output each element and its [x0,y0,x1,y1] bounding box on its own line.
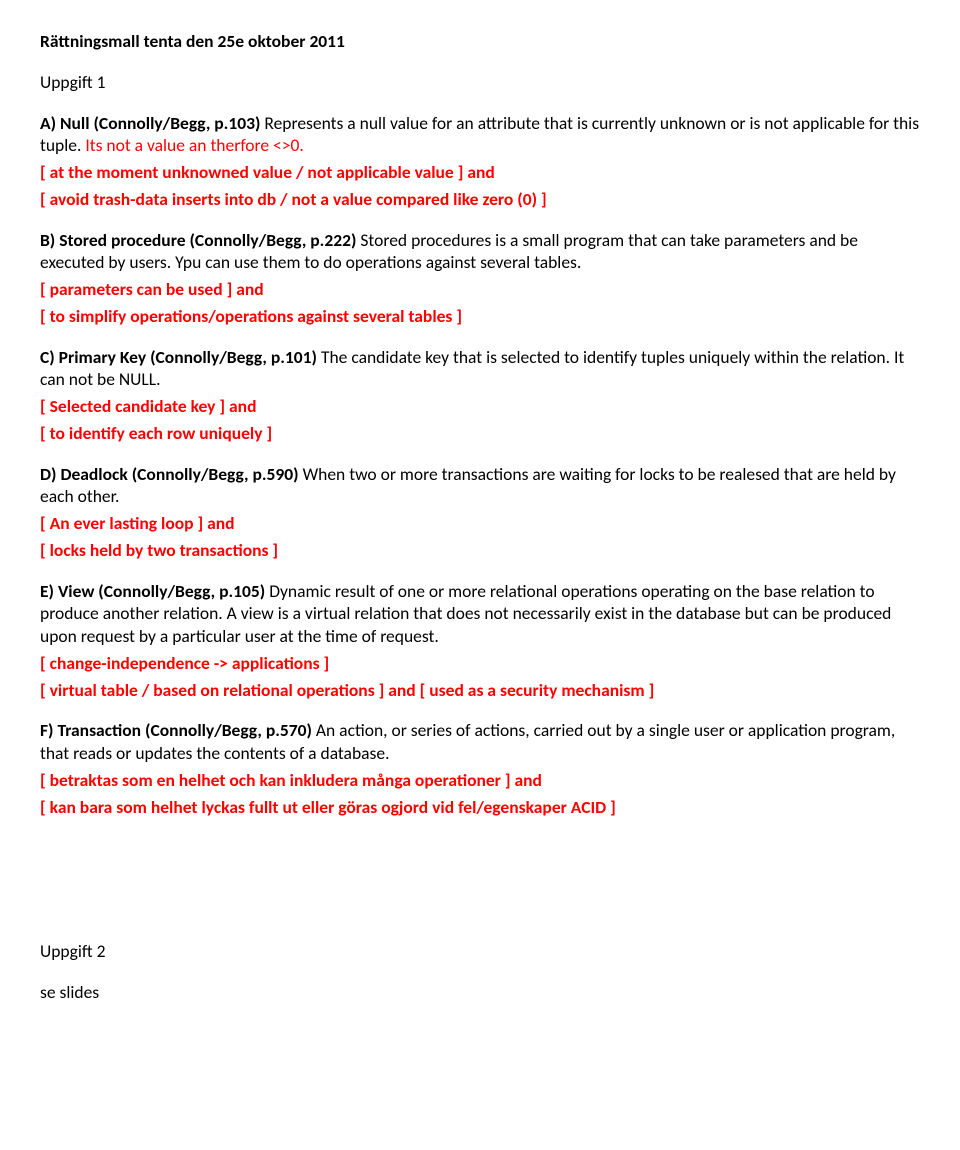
item-e-lead: E) View (Connolly/Begg, p.105) [40,580,265,602]
item-e-note-1: [ change-independence -> applications ] [40,652,920,675]
item-d-note-1: [ An ever lasting loop ] and [40,512,920,535]
item-f-text: F) Transaction (Connolly/Begg, p.570) An… [40,719,920,765]
item-a-text: A) Null (Connolly/Begg, p.103) Represent… [40,112,920,158]
section-d: D) Deadlock (Connolly/Begg, p.590) When … [40,463,920,562]
see-slides: se slides [40,981,920,1004]
item-c-note-2: [ to identify each row uniquely ] [40,422,920,445]
section-b: B) Stored procedure (Connolly/Begg, p.22… [40,229,920,328]
item-c-note-1: [ Selected candidate key ] and [40,395,920,418]
item-a-note-2: [ avoid trash-data inserts into db / not… [40,188,920,211]
task-2-heading: Uppgift 2 [40,940,920,963]
item-f-note-1: [ betraktas som en helhet och kan inklud… [40,769,920,792]
item-c-text: C) Primary Key (Connolly/Begg, p.101) Th… [40,346,920,392]
item-b-note-1: [ parameters can be used ] and [40,278,920,301]
item-a-lead: A) Null (Connolly/Begg, p.103) [40,112,260,134]
section-e: E) View (Connolly/Begg, p.105) Dynamic r… [40,580,920,702]
item-a-note-1: [ at the moment unknowned value / not ap… [40,161,920,184]
item-e-note-2: [ virtual table / based on relational op… [40,679,920,702]
item-b-note-2: [ to simplify operations/operations agai… [40,305,920,328]
item-e-text: E) View (Connolly/Begg, p.105) Dynamic r… [40,580,920,648]
item-b-text: B) Stored procedure (Connolly/Begg, p.22… [40,229,920,275]
item-f-note-2: [ kan bara som helhet lyckas fullt ut el… [40,796,920,819]
item-d-lead: D) Deadlock (Connolly/Begg, p.590) [40,463,299,485]
item-d-text: D) Deadlock (Connolly/Begg, p.590) When … [40,463,920,509]
item-d-note-2: [ locks held by two transactions ] [40,539,920,562]
spacer [40,860,920,940]
item-a-extra: Its not a value an therfore <>0. [85,134,303,156]
task-1-heading: Uppgift 1 [40,71,920,94]
section-a: A) Null (Connolly/Begg, p.103) Represent… [40,112,920,211]
item-f-lead: F) Transaction (Connolly/Begg, p.570) [40,719,312,741]
item-c-lead: C) Primary Key (Connolly/Begg, p.101) [40,346,317,368]
page-title: Rättningsmall tenta den 25e oktober 2011 [40,30,920,53]
item-b-lead: B) Stored procedure (Connolly/Begg, p.22… [40,229,356,251]
section-f: F) Transaction (Connolly/Begg, p.570) An… [40,719,920,818]
section-c: C) Primary Key (Connolly/Begg, p.101) Th… [40,346,920,445]
